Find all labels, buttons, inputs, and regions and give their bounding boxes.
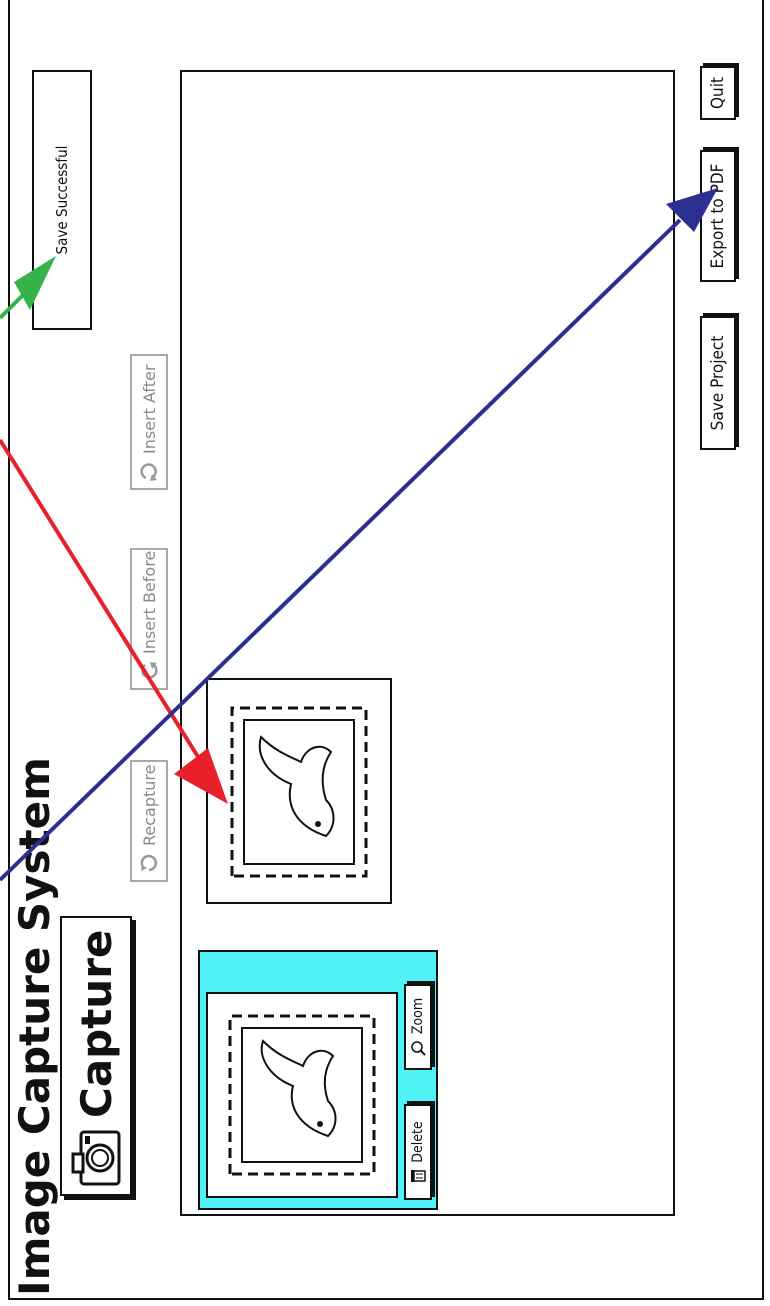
red-arrow-head	[174, 748, 228, 804]
annotation-arrows	[0, 188, 718, 882]
red-arrow-line	[0, 438, 202, 762]
green-arrow-head	[14, 256, 56, 310]
blue-arrow-line	[0, 218, 682, 882]
